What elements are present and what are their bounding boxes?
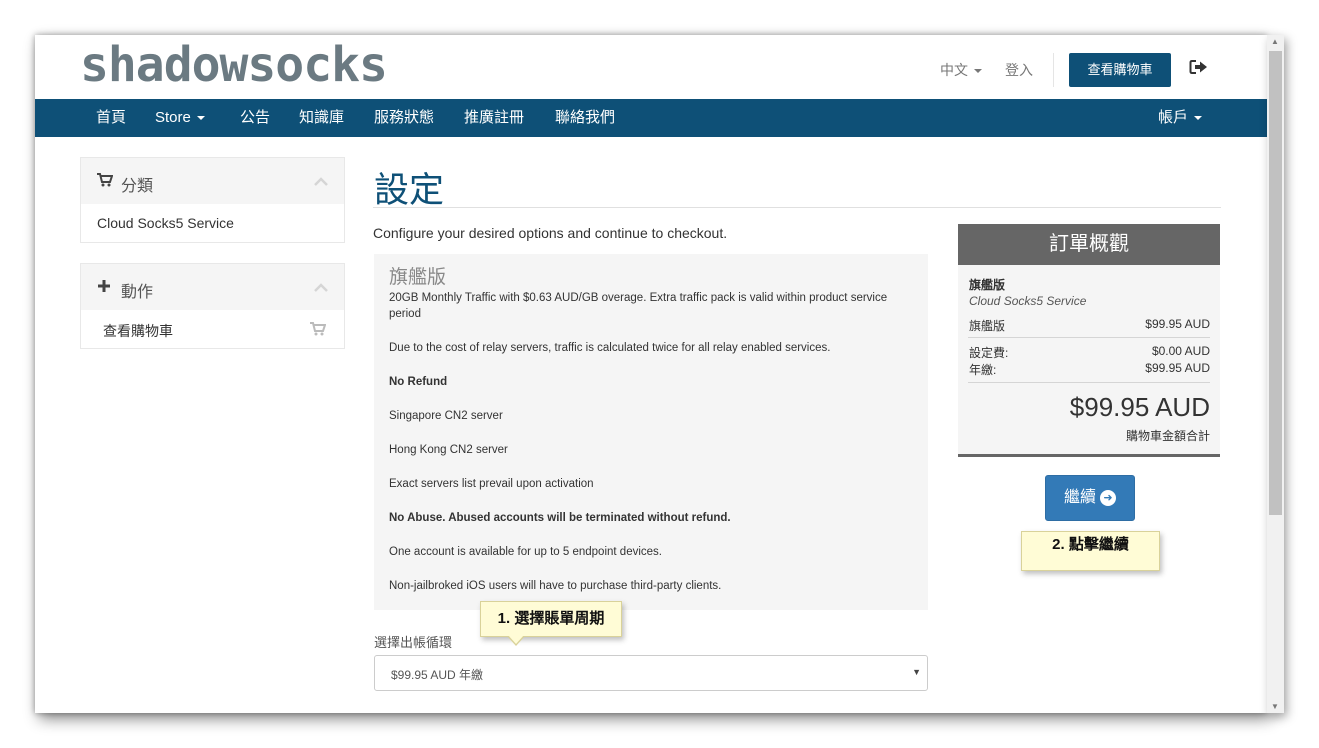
summary-product-group: Cloud Socks5 Service: [969, 294, 1087, 308]
page-subtitle: Configure your desired options and conti…: [373, 225, 728, 241]
product-info-box: 旗艦版 20GB Monthly Traffic with $0.63 AUD/…: [374, 254, 928, 610]
vertical-scrollbar[interactable]: ▲ ▼: [1267, 35, 1284, 713]
product-description-line: Non-jailbroked iOS users will have to pu…: [389, 580, 722, 592]
summary-annual-row: 年繳: $99.95 AUD: [969, 361, 1210, 378]
product-description-line: Exact servers list prevail upon activati…: [389, 478, 594, 490]
logout-icon[interactable]: [1189, 59, 1209, 80]
browser-window: shadowsocks 中文 登入 查看購物車 首頁 Store 公告 知識庫 …: [35, 35, 1267, 713]
logo[interactable]: shadowsocks: [80, 37, 388, 93]
nav-network-status[interactable]: 服務狀態: [374, 99, 434, 137]
product-description-line: Singapore CN2 server: [389, 410, 503, 422]
caret-down-icon: [974, 69, 982, 74]
cart-icon: [97, 173, 114, 192]
product-description-line: One account is available for up to 5 end…: [389, 546, 662, 558]
page-title: 設定: [374, 171, 445, 210]
login-link[interactable]: 登入: [1005, 60, 1033, 80]
annotation-step-2-text: 2. 點擊繼續: [1052, 536, 1129, 553]
product-description-line: No Abuse. Abused accounts will be termin…: [389, 512, 731, 524]
continue-button[interactable]: 繼續 ➜: [1045, 475, 1135, 521]
product-name: 旗艦版: [389, 267, 447, 288]
nav-affiliates[interactable]: 推廣註冊: [464, 99, 524, 137]
chevron-up-icon[interactable]: [314, 280, 328, 298]
plus-icon: [97, 279, 111, 298]
site-header: shadowsocks 中文 登入 查看購物車: [35, 35, 1267, 99]
nav-store-label: Store: [155, 109, 191, 126]
continue-label: 繼續: [1063, 489, 1096, 506]
scroll-up-icon[interactable]: ▲: [1271, 37, 1279, 46]
callout-pointer: [508, 635, 524, 644]
order-summary: 訂單概觀 旗艦版 Cloud Socks5 Service 旗艦版 $99.95…: [958, 224, 1220, 457]
annotation-step-2: 2. 點擊繼續: [1021, 531, 1160, 571]
main-nav: 首頁 Store 公告 知識庫 服務狀態 推廣註冊 聯絡我們 帳戶: [35, 99, 1267, 137]
summary-item-price: $99.95 AUD: [1145, 317, 1210, 331]
summary-item-row: 旗艦版 $99.95 AUD: [969, 317, 1210, 334]
product-description-line: Hong Kong CN2 server: [389, 444, 508, 456]
caret-down-icon: [196, 116, 205, 121]
view-cart-button[interactable]: 查看購物車: [1069, 53, 1171, 87]
actions-title: 動作: [121, 284, 154, 301]
nav-contact[interactable]: 聯絡我們: [555, 99, 615, 137]
categories-panel-header[interactable]: 分類: [81, 158, 344, 204]
product-description-line: 20GB Monthly Traffic with $0.63 AUD/GB o…: [389, 292, 888, 320]
annotation-step-1-text: 1. 選擇賬單周期: [497, 610, 605, 627]
product-description-line: No Refund: [389, 376, 448, 388]
view-cart-action[interactable]: 查看購物車: [81, 310, 344, 348]
actions-panel: 動作 查看購物車: [80, 263, 345, 349]
nav-store[interactable]: Store: [155, 99, 205, 137]
summary-total: $99.95 AUD: [1069, 392, 1210, 422]
cart-icon: [310, 322, 327, 339]
summary-annual-label: 年繳:: [969, 363, 997, 377]
categories-panel: 分類 Cloud Socks5 Service: [80, 157, 345, 243]
category-item[interactable]: Cloud Socks5 Service: [81, 204, 344, 242]
nav-account[interactable]: 帳戶: [1158, 99, 1203, 137]
categories-title: 分類: [121, 178, 154, 195]
dropdown-arrow-icon: ▼: [912, 667, 921, 677]
view-cart-action-label: 查看購物車: [103, 323, 173, 339]
scrollbar-thumb[interactable]: [1269, 51, 1282, 515]
category-item-label: Cloud Socks5 Service: [97, 215, 234, 231]
caret-down-icon: [1194, 116, 1203, 121]
actions-panel-header[interactable]: 動作: [81, 264, 344, 310]
nav-account-label: 帳戶: [1158, 109, 1189, 126]
header-divider: [1053, 53, 1054, 87]
summary-annual-price: $99.95 AUD: [1145, 361, 1210, 375]
chevron-up-icon[interactable]: [314, 174, 328, 192]
nav-announcements[interactable]: 公告: [240, 99, 270, 137]
billing-cycle-label: 選擇出帳循環: [374, 635, 453, 650]
summary-setup-label: 設定費:: [969, 346, 1009, 360]
billing-cycle-select[interactable]: $99.95 AUD 年繳 ▼: [374, 655, 928, 691]
nav-home[interactable]: 首頁: [96, 99, 126, 137]
summary-divider: [968, 337, 1210, 338]
summary-divider: [968, 382, 1210, 383]
language-dropdown[interactable]: 中文: [940, 60, 982, 80]
billing-cycle-value: $99.95 AUD 年繳: [391, 668, 484, 682]
order-summary-title: 訂單概觀: [958, 224, 1220, 265]
product-description-line: Due to the cost of relay servers, traffi…: [389, 342, 831, 354]
scroll-down-icon[interactable]: ▼: [1271, 702, 1279, 711]
summary-product-name: 旗艦版: [969, 278, 1006, 292]
summary-total-label: 購物車金額合計: [1125, 429, 1210, 443]
nav-knowledgebase[interactable]: 知識庫: [299, 99, 344, 137]
language-label: 中文: [940, 62, 968, 78]
summary-setup-price: $0.00 AUD: [1151, 344, 1210, 358]
summary-item-label: 旗艦版: [969, 319, 1006, 333]
arrow-right-circle-icon: ➜: [1100, 489, 1116, 506]
annotation-step-1: 1. 選擇賬單周期: [480, 601, 622, 646]
title-divider: [373, 207, 1221, 208]
summary-setup-row: 設定費: $0.00 AUD: [969, 344, 1210, 361]
